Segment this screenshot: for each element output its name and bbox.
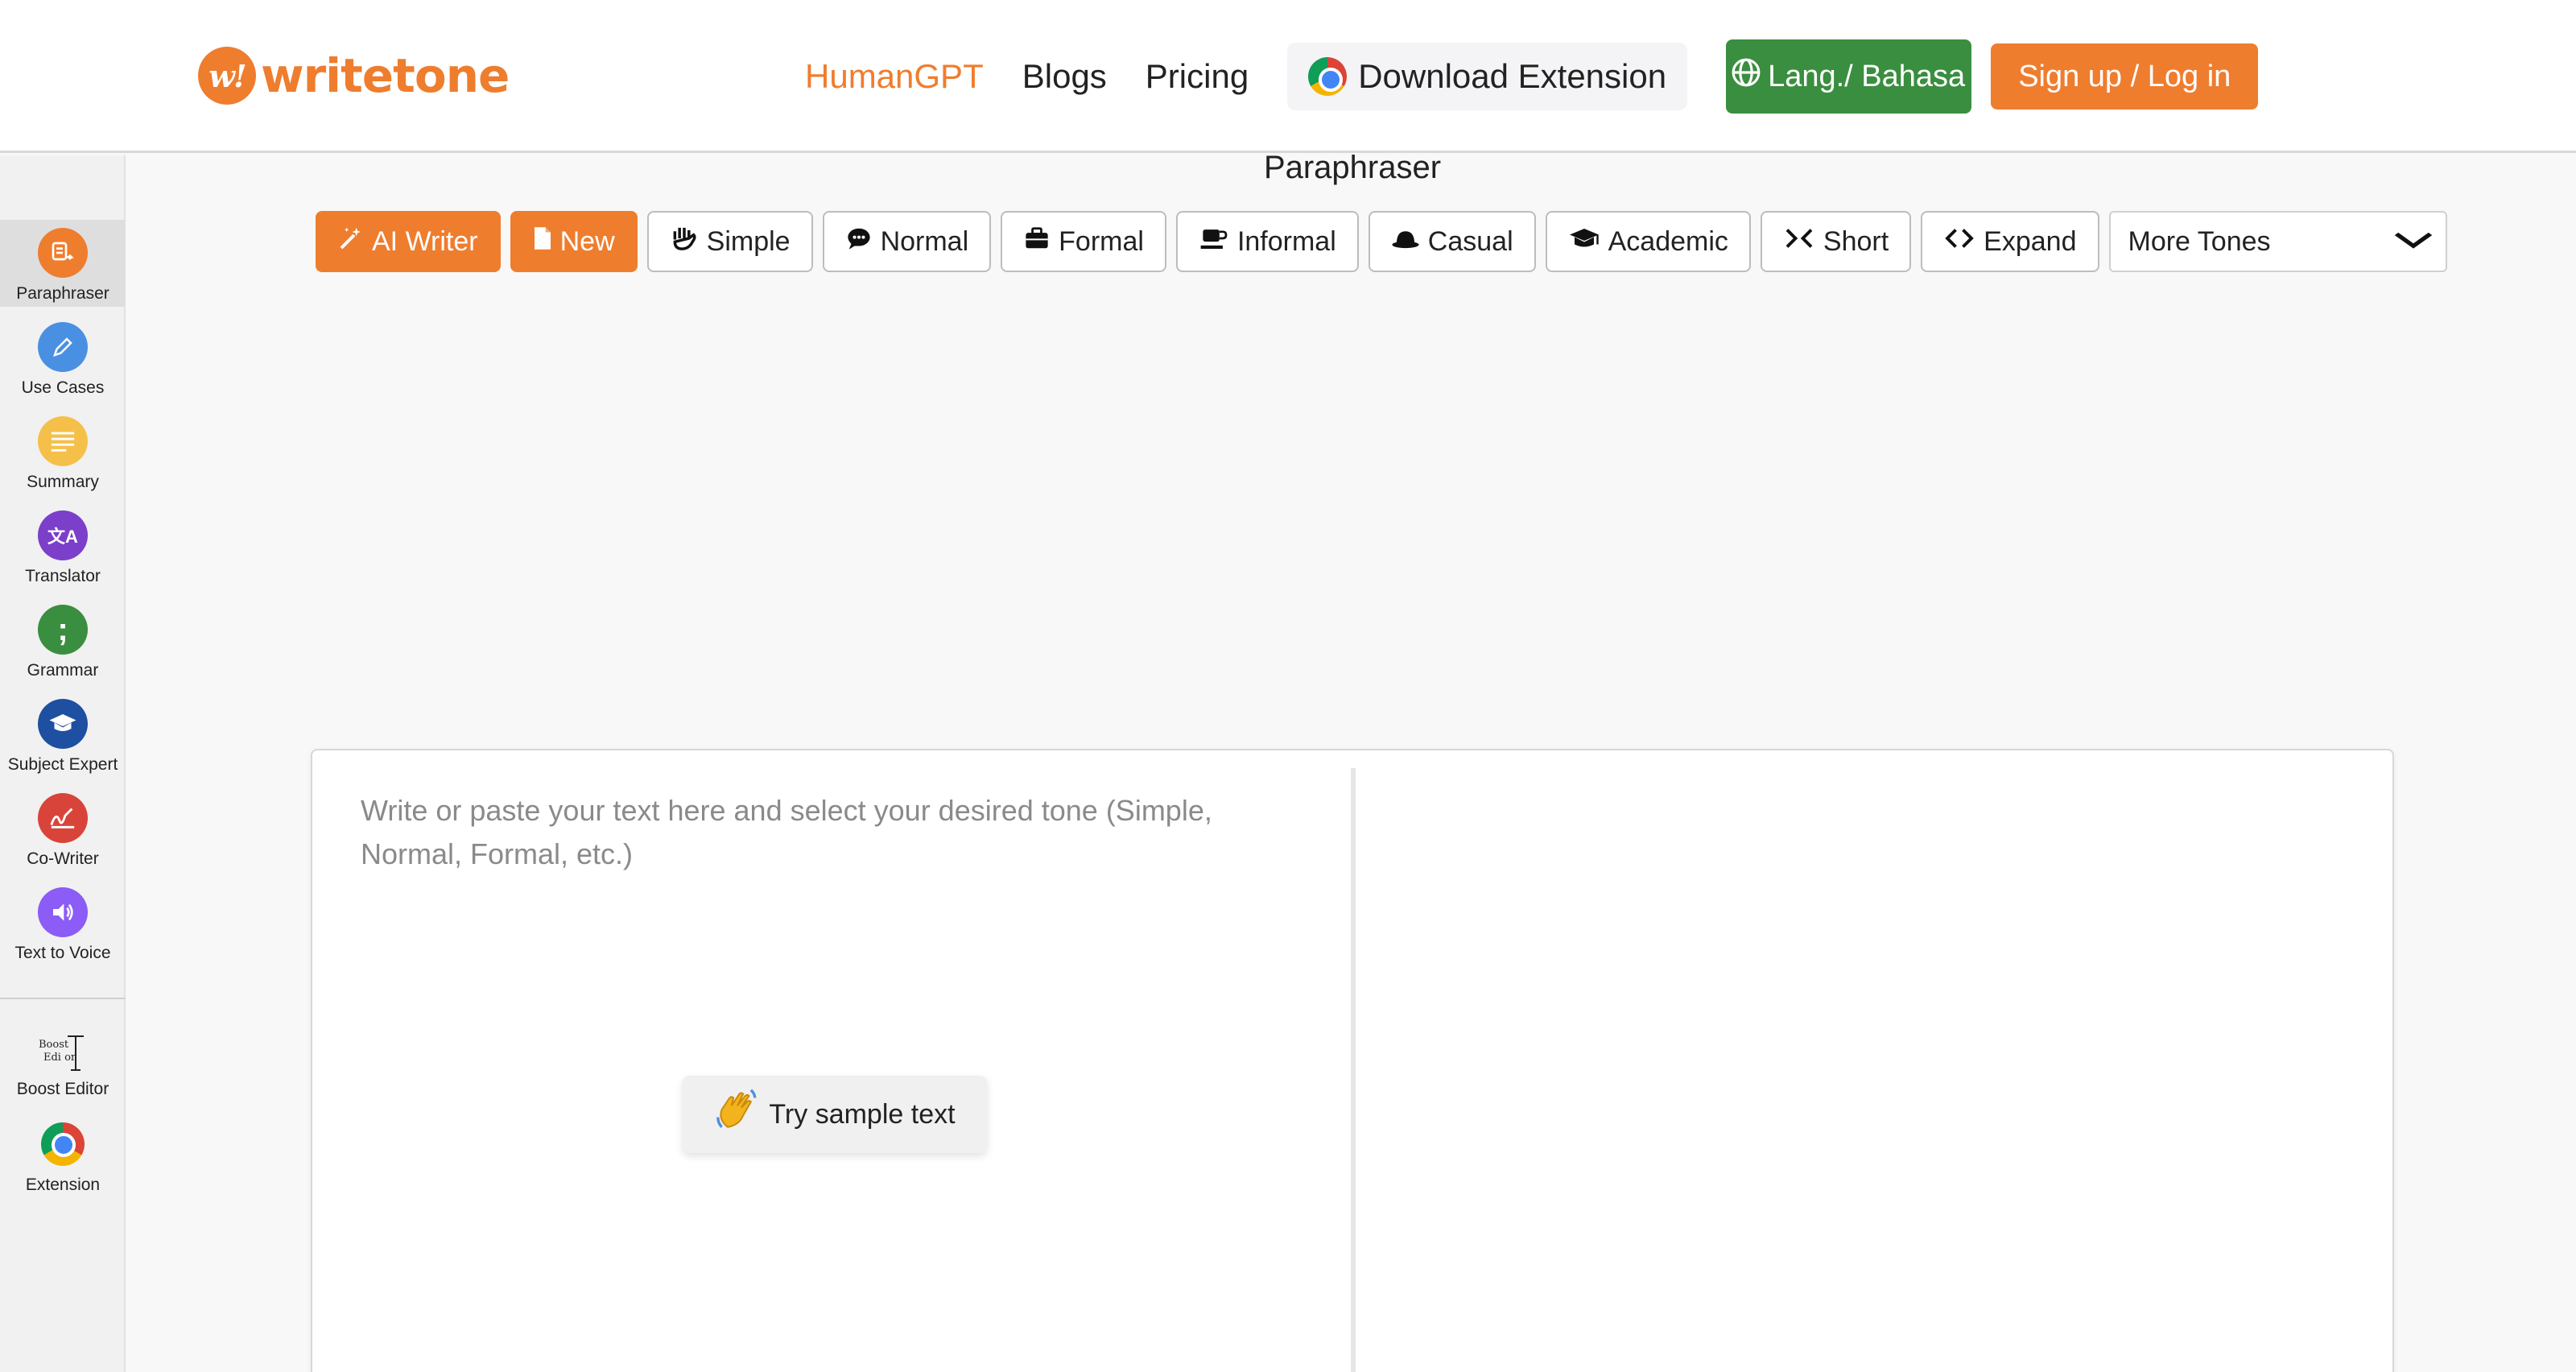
tone-ai-writer-button[interactable]: AI Writer: [316, 211, 501, 272]
nav-link-humangpt[interactable]: HumanGPT: [805, 57, 984, 96]
boost-editor-icon: Boost Edi or: [37, 1030, 89, 1073]
try-sample-text-label: Try sample text: [769, 1098, 956, 1130]
language-label: Lang./ Bahasa: [1768, 59, 1966, 93]
tone-short-button[interactable]: Short: [1760, 211, 1912, 272]
compress-icon: [1783, 226, 1815, 257]
briefcase-icon: [1023, 226, 1051, 257]
translate-icon: 文A: [38, 510, 88, 560]
tone-simple-label: Simple: [706, 225, 791, 257]
language-button[interactable]: Lang./ Bahasa: [1726, 39, 1972, 114]
try-sample-text-button[interactable]: Try sample text: [683, 1076, 987, 1153]
tone-informal-label: Informal: [1236, 225, 1336, 257]
sidebar-item-grammar[interactable]: ; Grammar: [0, 597, 126, 684]
tone-academic-label: Academic: [1608, 225, 1728, 257]
sidebar-label-co-writer: Co-Writer: [27, 849, 99, 868]
sidebar-item-translator[interactable]: 文A Translator: [0, 502, 126, 589]
top-header: w! writetone HumanGPT Blogs Pricing Down…: [0, 0, 2576, 153]
file-icon: [533, 226, 552, 257]
sidebar-label-translator: Translator: [25, 567, 101, 585]
tone-new-button[interactable]: New: [510, 211, 638, 272]
tone-toolbar: AI Writer New Simple Normal Formal Infor…: [316, 211, 2447, 272]
sidebar-label-subject-expert: Subject Expert: [7, 755, 118, 774]
sidebar-item-boost-editor[interactable]: Boost Edi or Boost Editor: [0, 1017, 126, 1104]
sidebar-divider: [0, 998, 126, 999]
tone-short-label: Short: [1823, 225, 1889, 257]
tone-new-label: New: [559, 225, 615, 257]
paraphrase-editor: Write or paste your text here and select…: [311, 749, 2394, 1372]
nav-link-blogs[interactable]: Blogs: [1022, 57, 1107, 96]
main-nav: HumanGPT Blogs Pricing Download Extensio…: [805, 39, 2259, 114]
globe-icon: [1731, 57, 1761, 96]
login-button[interactable]: Sign up / Log in: [1991, 43, 2259, 110]
chrome-logo-icon: [41, 1122, 85, 1166]
tone-informal-button[interactable]: Informal: [1175, 211, 1359, 272]
download-extension-label: Download Extension: [1358, 57, 1667, 95]
sidebar: Paraphraser Use Cases Summary 文A Transla…: [0, 155, 126, 1372]
svg-text:Edi or: Edi or: [43, 1052, 76, 1064]
more-tones-select[interactable]: More Tones: [2108, 211, 2447, 272]
magic-wand-icon: [338, 225, 364, 258]
hand-icon: [670, 225, 699, 258]
sidebar-label-text-to-voice: Text to Voice: [14, 944, 111, 962]
sidebar-item-subject-expert[interactable]: Subject Expert: [0, 691, 126, 778]
sidebar-item-text-to-voice[interactable]: Text to Voice: [0, 879, 126, 966]
coffee-cup-icon: [1199, 226, 1229, 257]
sidebar-item-paraphraser[interactable]: Paraphraser: [0, 220, 126, 307]
tone-normal-button[interactable]: Normal: [822, 211, 992, 272]
editor-divider: [1351, 768, 1356, 1372]
tone-academic-button[interactable]: Academic: [1545, 211, 1751, 272]
tone-expand-button[interactable]: Expand: [1921, 211, 2099, 272]
tone-formal-label: Formal: [1059, 225, 1144, 257]
waving-hand-icon: [714, 1086, 761, 1143]
tone-casual-label: Casual: [1427, 225, 1513, 257]
logo-mark-icon: w!: [198, 47, 256, 105]
svg-text:Boost: Boost: [39, 1039, 69, 1051]
sidebar-item-extension[interactable]: Extension: [0, 1111, 126, 1198]
signature-icon: [38, 793, 88, 843]
tone-normal-label: Normal: [880, 225, 969, 257]
logo[interactable]: w! writetone: [198, 45, 510, 106]
sidebar-label-boost-editor: Boost Editor: [16, 1080, 109, 1098]
chevron-down-icon: [2392, 228, 2433, 255]
more-tones-label: More Tones: [2128, 225, 2271, 257]
chrome-icon: [38, 1119, 88, 1169]
speech-bubble-icon: [845, 226, 873, 257]
tone-casual-button[interactable]: Casual: [1368, 211, 1536, 272]
nav-link-pricing[interactable]: Pricing: [1146, 57, 1249, 96]
chrome-icon: [1308, 57, 1348, 96]
graduation-cap-icon: [1568, 226, 1600, 257]
sidebar-item-summary[interactable]: Summary: [0, 408, 126, 495]
semicolon-icon: ;: [38, 605, 88, 655]
sidebar-item-use-cases[interactable]: Use Cases: [0, 314, 126, 401]
download-extension-button[interactable]: Download Extension: [1287, 43, 1688, 110]
input-text-area[interactable]: Write or paste your text here and select…: [361, 789, 1311, 876]
sidebar-label-grammar: Grammar: [27, 661, 99, 680]
paraphraser-icon: [38, 228, 88, 278]
logo-text: writetone: [261, 48, 510, 103]
expand-icon: [1943, 226, 1975, 257]
sidebar-label-paraphraser: Paraphraser: [16, 284, 109, 303]
sidebar-label-use-cases: Use Cases: [21, 378, 105, 397]
sidebar-label-summary: Summary: [27, 473, 99, 491]
sidebar-item-co-writer[interactable]: Co-Writer: [0, 785, 126, 872]
hat-icon: [1391, 227, 1420, 257]
sidebar-label-extension: Extension: [25, 1176, 101, 1194]
tone-formal-button[interactable]: Formal: [1001, 211, 1166, 272]
tone-ai-writer-label: AI Writer: [372, 225, 478, 257]
tone-expand-label: Expand: [1984, 225, 2077, 257]
graduation-cap-icon: [38, 699, 88, 749]
pencil-icon: [38, 322, 88, 372]
lines-icon: [38, 416, 88, 466]
speaker-icon: [38, 887, 88, 937]
page-title: Paraphraser: [1263, 150, 1442, 185]
tone-simple-button[interactable]: Simple: [646, 211, 813, 272]
